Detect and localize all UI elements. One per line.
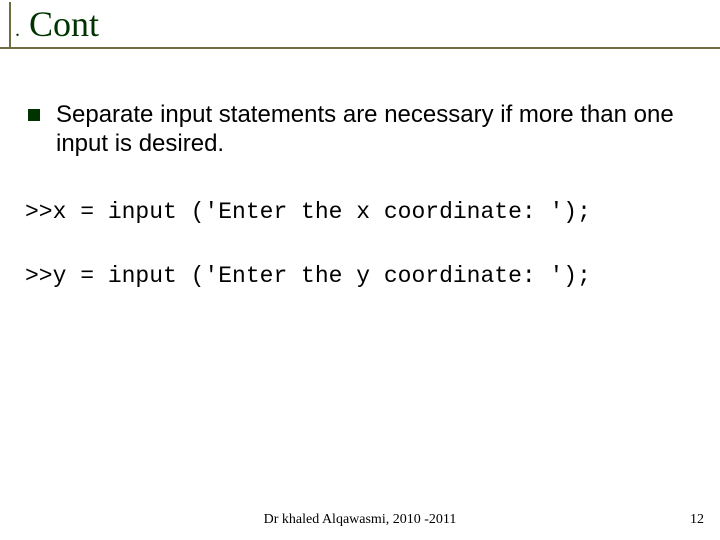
slide-body: Separate input statements are necessary …: [28, 100, 694, 327]
bullet-square-icon: [28, 109, 40, 121]
slide-title: . Cont: [15, 3, 99, 45]
code-line-2: >>y = input ('Enter the y coordinate: ')…: [25, 263, 694, 289]
page-number: 12: [690, 512, 704, 528]
bullet-row: Separate input statements are necessary …: [28, 100, 694, 159]
bullet-text: Separate input statements are necessary …: [56, 100, 694, 159]
title-accent-horizontal: [0, 47, 720, 49]
title-text: Cont: [20, 4, 99, 44]
code-line-1: >>x = input ('Enter the x coordinate: ')…: [25, 199, 694, 225]
slide: . Cont Separate input statements are nec…: [0, 0, 720, 540]
title-accent-vertical: [9, 2, 11, 47]
title-zone: . Cont: [0, 0, 720, 65]
footer-center: Dr khaled Alqawasmi, 2010 -2011: [264, 512, 457, 528]
